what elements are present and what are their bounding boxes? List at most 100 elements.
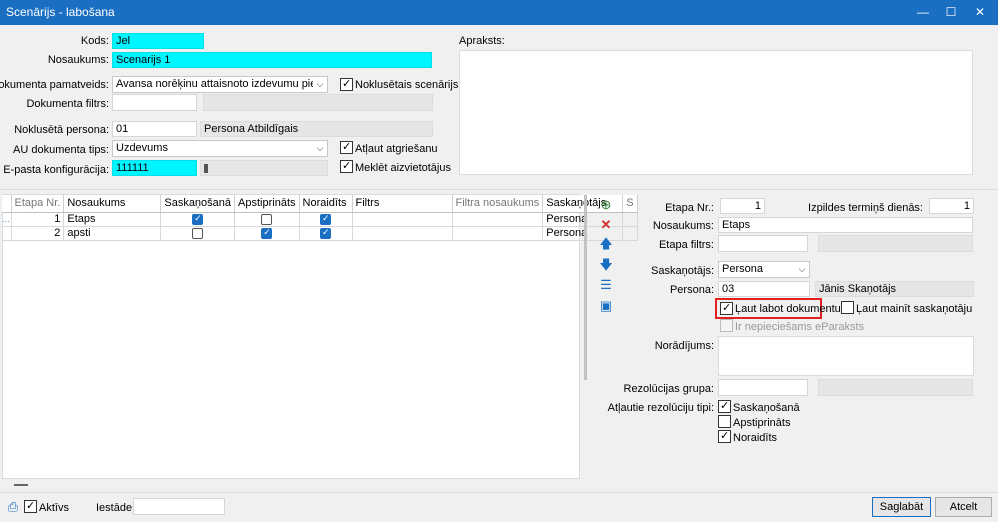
rez-grupa-field[interactable] — [718, 379, 808, 396]
cell-nosaukums[interactable]: Etaps — [63, 212, 162, 227]
epasta-field[interactable]: 111111 — [112, 160, 197, 176]
grid-resize-handle[interactable] — [14, 484, 28, 486]
cell-nr[interactable]: 1 — [11, 212, 65, 227]
printer-icon[interactable]: ⎙ — [6, 500, 20, 514]
checkbox-checked[interactable] — [192, 213, 204, 225]
divider — [0, 189, 998, 190]
cell-nosaukums[interactable]: apsti — [63, 226, 162, 241]
tips-saskanosana-label: Saskaņošanā — [733, 402, 800, 414]
dok-filtrs-field[interactable] — [112, 94, 197, 111]
cell-apstiprinats[interactable] — [234, 226, 300, 241]
tips-noraidits-checkbox[interactable] — [718, 429, 731, 443]
cell-saskanosana[interactable] — [160, 212, 236, 227]
minimize-button[interactable]: — — [908, 0, 938, 25]
cell-filtra-nosaukums[interactable] — [452, 226, 544, 241]
col-filtra-nosaukums[interactable]: Filtra nosaukums — [452, 195, 544, 213]
atlaut-atgriesanu-label: Atļaut atgriešanu — [355, 143, 438, 155]
persona-name: Jānis Skaņotājs — [815, 281, 974, 297]
iestade-field[interactable] — [133, 498, 225, 515]
window-icon[interactable]: ▣ — [599, 299, 613, 313]
rez-grupa-label: Rezolūcijas grupa: — [623, 383, 715, 395]
etapa-nr-label: Etapa Nr.: — [665, 202, 714, 214]
col-saskanosana[interactable]: Saskaņošanā — [160, 195, 236, 213]
stage-filtrs-label: Etapa filtrs: — [658, 239, 714, 251]
cell-filtrs[interactable] — [352, 226, 453, 241]
row-indicator — [2, 226, 12, 241]
checkbox-checked[interactable] — [261, 227, 273, 239]
noklusetais-checkbox[interactable] — [340, 77, 353, 91]
cell-noraidits[interactable] — [299, 212, 353, 227]
noradijums-textarea[interactable] — [718, 336, 974, 376]
atlaut-atgriesanu-checkbox[interactable] — [340, 140, 353, 154]
col-filtrs[interactable]: Filtrs — [352, 195, 453, 213]
stage-filtrs-desc — [818, 235, 973, 252]
checkbox-unchecked[interactable] — [192, 227, 204, 239]
maximize-button[interactable]: ☐ — [936, 0, 966, 25]
eparaksts-label: Ir nepieciešams eParaksts — [735, 321, 864, 333]
tips-apstiprinats-checkbox[interactable] — [718, 415, 731, 428]
grid-scrollbar[interactable] — [584, 195, 587, 380]
col-etapa-nr[interactable]: Etapa Nr. — [11, 195, 65, 213]
cell-noraidits[interactable] — [299, 226, 353, 241]
checkbox-unchecked[interactable] — [261, 213, 273, 225]
title-bar: Scenārijs - labošana — ☐ ✕ — [0, 0, 998, 25]
kods-field[interactable]: Jel — [112, 33, 204, 49]
delete-icon[interactable]: ✕ — [599, 218, 613, 232]
meklet-label: Meklēt aizvietotājus — [355, 162, 451, 174]
add-icon[interactable]: ⊕ — [599, 198, 613, 212]
cell-s[interactable] — [622, 226, 638, 241]
iestade-label: Iestāde: — [96, 502, 136, 514]
saskanotajs-select[interactable]: Persona ⌵ — [718, 261, 810, 278]
cell-s[interactable] — [622, 212, 638, 227]
nokl-persona-code[interactable]: 01 — [112, 121, 197, 137]
persona-code[interactable]: 03 — [718, 281, 810, 297]
apraksts-textarea[interactable] — [459, 50, 973, 175]
rez-grupa-desc — [818, 379, 973, 396]
termins-field[interactable]: 1 — [929, 198, 974, 214]
list-icon[interactable]: ☰ — [599, 278, 613, 292]
nokl-persona-label: Noklusētā persona: — [14, 124, 109, 136]
stage-nosaukums-label: Nosaukums: — [652, 220, 714, 232]
noradijums-label: Norādījums: — [654, 340, 714, 352]
dok-pamat-select[interactable]: Avansa norēķinu attaisnoto izdevumu piet… — [112, 76, 328, 93]
dok-filtrs-desc — [203, 94, 433, 111]
aktivs-label: Aktīvs — [39, 502, 69, 514]
table-row[interactable]: … 1 Etaps Persona — [2, 212, 638, 227]
cell-nr[interactable]: 2 — [11, 226, 65, 241]
etapa-nr-field[interactable]: 1 — [720, 198, 765, 214]
col-apstiprinats[interactable]: Apstiprināts — [234, 195, 300, 213]
tips-noraidits-label: Noraidīts — [733, 432, 778, 444]
atcelt-button[interactable]: Atcelt — [935, 497, 992, 517]
laut-mainit-checkbox[interactable] — [841, 301, 854, 314]
col-noraidits[interactable]: Noraidīts — [299, 195, 353, 213]
termins-label: Izpildes termiņš dienās: — [808, 202, 923, 214]
checkbox-checked[interactable] — [320, 213, 332, 225]
close-button[interactable]: ✕ — [965, 0, 995, 25]
nokl-persona-name: Persona Atbildīgais — [200, 121, 433, 137]
cell-filtra-nosaukums[interactable] — [452, 212, 544, 227]
laut-labot-checkbox[interactable] — [720, 301, 733, 315]
aktivs-checkbox[interactable] — [24, 499, 37, 513]
stage-nosaukums-field[interactable]: Etaps — [718, 217, 973, 233]
cell-saskanosana[interactable] — [160, 226, 236, 241]
saglabat-button[interactable]: Saglabāt — [872, 497, 931, 517]
kods-label: Kods: — [80, 35, 109, 47]
cell-apstiprinats[interactable] — [234, 212, 300, 227]
checkbox-checked[interactable] — [320, 227, 332, 239]
nosaukums-label: Nosaukums: — [47, 54, 109, 66]
stages-table: Etapa Nr. Nosaukums Saskaņošanā Apstipri… — [2, 195, 638, 241]
nosaukums-field[interactable]: Scenarijs 1 — [112, 52, 432, 68]
eparaksts-checkbox[interactable] — [720, 319, 733, 332]
meklet-checkbox[interactable] — [340, 159, 353, 173]
au-tips-label: AU dokumenta tips: — [13, 144, 109, 156]
move-up-icon[interactable]: 🡅 — [599, 237, 613, 251]
au-tips-select[interactable]: Uzdevums ⌵ — [112, 140, 328, 157]
col-s[interactable]: S — [622, 195, 638, 213]
stage-filtrs-field[interactable] — [718, 235, 808, 252]
cell-filtrs[interactable] — [352, 212, 453, 227]
table-row[interactable]: 2 apsti Persona — [2, 226, 638, 241]
dok-filtrs-label: Dokumenta filtrs: — [26, 98, 109, 110]
col-nosaukums[interactable]: Nosaukums — [63, 195, 162, 213]
move-down-icon[interactable]: 🡇 — [599, 258, 613, 272]
tips-saskanosana-checkbox[interactable] — [718, 399, 731, 413]
